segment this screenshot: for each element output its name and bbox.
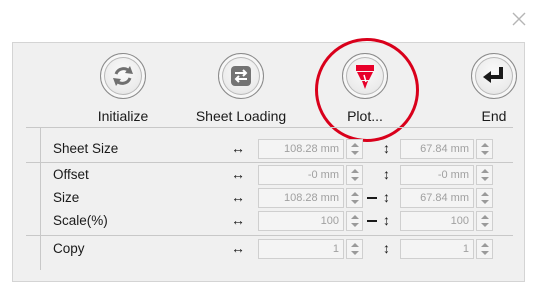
row-size: Size ↔ 108.28 mm ↕ 67.84 mm xyxy=(26,187,513,209)
end-label: End xyxy=(481,108,507,124)
divider xyxy=(26,127,513,128)
scale-y-stepper[interactable] xyxy=(476,211,493,231)
size-width-field[interactable]: 108.28 mm xyxy=(258,188,344,208)
offset-y-field[interactable]: -0 mm xyxy=(400,165,474,185)
size-height-stepper[interactable] xyxy=(476,188,493,208)
sheet-width-field[interactable]: 108.28 mm xyxy=(258,139,344,159)
link-indicator xyxy=(367,197,377,199)
size-height-field[interactable]: 67.84 mm xyxy=(400,188,474,208)
swap-arrows-icon xyxy=(218,53,264,99)
end-button[interactable]: End xyxy=(439,43,541,127)
close-icon[interactable] xyxy=(511,11,527,27)
row-sheet-size: Sheet Size ↔ 108.28 mm ↕ 67.84 mm xyxy=(26,138,513,160)
vertical-arrow-icon: ↕ xyxy=(383,212,390,228)
sheet-width-stepper[interactable] xyxy=(346,139,363,159)
sheet-height-field[interactable]: 67.84 mm xyxy=(400,139,474,159)
row-label: Scale(%) xyxy=(53,213,108,228)
row-offset: Offset ↔ -0 mm ↕ -0 mm xyxy=(26,164,513,186)
horizontal-arrow-icon: ↔ xyxy=(231,189,245,205)
horizontal-arrow-icon: ↔ xyxy=(231,140,245,156)
offset-x-stepper[interactable] xyxy=(346,165,363,185)
horizontal-arrow-icon: ↔ xyxy=(231,212,245,228)
divider xyxy=(26,162,513,163)
vertical-arrow-icon: ↕ xyxy=(383,189,390,205)
plot-label: Plot... xyxy=(347,108,383,124)
copy-y-stepper[interactable] xyxy=(476,239,493,259)
row-label: Size xyxy=(53,190,80,205)
initialize-label: Initialize xyxy=(97,108,149,124)
copy-y-field[interactable]: 1 xyxy=(400,239,474,259)
vertical-arrow-icon: ↕ xyxy=(383,140,390,156)
row-label: Sheet Size xyxy=(53,141,119,156)
scale-x-stepper[interactable] xyxy=(346,211,363,231)
divider xyxy=(26,235,513,236)
row-label: Copy xyxy=(53,241,85,256)
size-width-stepper[interactable] xyxy=(346,188,363,208)
row-copy: Copy ↔ 1 ↕ 1 xyxy=(26,238,513,260)
offset-x-field[interactable]: -0 mm xyxy=(258,165,344,185)
link-indicator xyxy=(367,220,377,222)
copy-x-field[interactable]: 1 xyxy=(258,239,344,259)
vertical-arrow-icon: ↕ xyxy=(383,166,390,182)
initialize-button[interactable]: Initialize xyxy=(68,43,178,127)
copy-x-stepper[interactable] xyxy=(346,239,363,259)
scale-y-field[interactable]: 100 xyxy=(400,211,474,231)
offset-y-stepper[interactable] xyxy=(476,165,493,185)
horizontal-arrow-icon: ↔ xyxy=(231,166,245,182)
vertical-arrow-icon: ↕ xyxy=(383,240,390,256)
sheet-loading-button[interactable]: Sheet Loading xyxy=(186,43,296,127)
sheet-height-stepper[interactable] xyxy=(476,139,493,159)
cutter-blade-icon xyxy=(342,53,388,99)
row-label: Offset xyxy=(53,167,89,182)
horizontal-arrow-icon: ↔ xyxy=(231,240,245,256)
refresh-icon xyxy=(100,53,146,99)
scale-x-field[interactable]: 100 xyxy=(258,211,344,231)
row-scale: Scale(%) ↔ 100 ↕ 100 xyxy=(26,210,513,232)
sheet-loading-label: Sheet Loading xyxy=(195,108,287,124)
plot-button[interactable]: Plot... xyxy=(310,43,420,127)
return-arrow-icon xyxy=(471,53,517,99)
